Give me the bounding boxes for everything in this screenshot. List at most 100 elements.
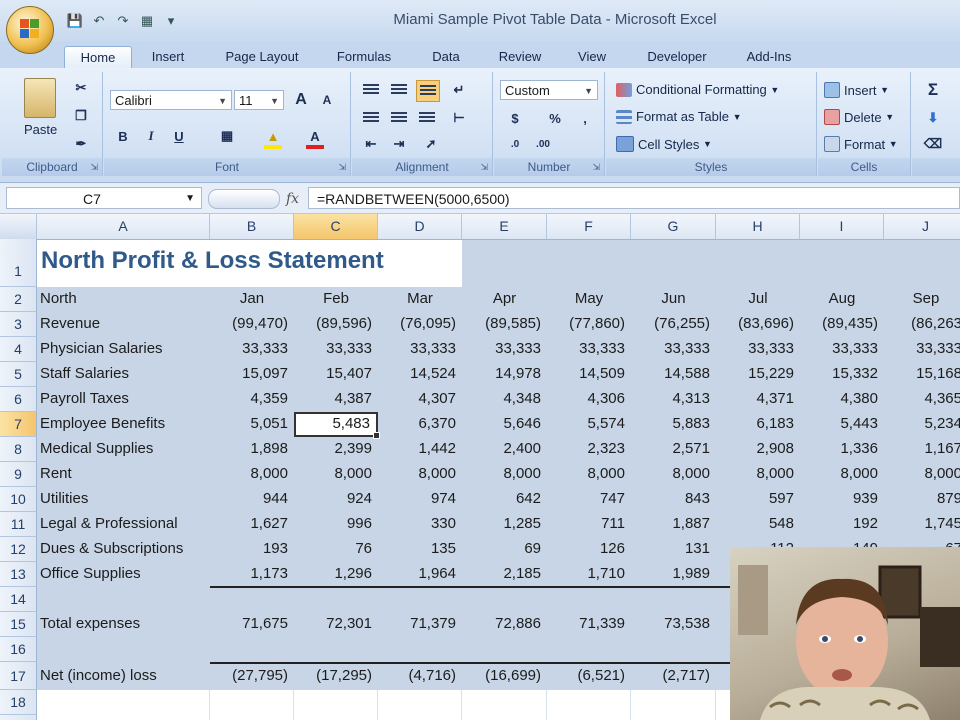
- row-header-14[interactable]: 14: [0, 587, 37, 612]
- value-cell[interactable]: 1,898: [210, 437, 294, 461]
- value-cell[interactable]: 330: [378, 512, 462, 536]
- row-header-17[interactable]: 17: [0, 662, 37, 690]
- format-painter-icon[interactable]: ✒: [70, 134, 92, 154]
- value-cell[interactable]: 642: [462, 487, 547, 511]
- value-cell[interactable]: 4,359: [210, 387, 294, 411]
- value-cell[interactable]: 5,051: [210, 412, 294, 436]
- value-cell[interactable]: 6,183: [716, 412, 800, 436]
- align-center-icon[interactable]: [388, 108, 410, 128]
- value-cell[interactable]: (99,470): [210, 312, 294, 336]
- format-cells-button[interactable]: Format ▼: [824, 136, 898, 152]
- value-cell[interactable]: 4,306: [547, 387, 631, 411]
- formula-input[interactable]: =RANDBETWEEN(5000,6500): [308, 187, 960, 209]
- value-cell[interactable]: 5,234: [884, 412, 960, 436]
- percent-button[interactable]: %: [544, 108, 566, 128]
- font-size-select[interactable]: 11 ▼: [234, 90, 284, 110]
- value-cell[interactable]: 33,333: [378, 337, 462, 361]
- dialog-launcher-icon[interactable]: ⇲: [338, 162, 346, 173]
- value-cell[interactable]: 8,000: [462, 462, 547, 486]
- value-cell[interactable]: 71,675: [210, 612, 294, 636]
- value-cell[interactable]: 33,333: [547, 337, 631, 361]
- value-cell[interactable]: 974: [378, 487, 462, 511]
- row-header-19[interactable]: 19: [0, 715, 37, 720]
- value-cell[interactable]: (89,596): [294, 312, 378, 336]
- insert-cells-button[interactable]: Insert ▼: [824, 82, 889, 98]
- value-cell[interactable]: 8,000: [547, 462, 631, 486]
- value-cell[interactable]: 69: [462, 537, 547, 561]
- bold-button[interactable]: B: [112, 126, 134, 146]
- wrap-text-icon[interactable]: ↵: [448, 80, 470, 100]
- value-cell[interactable]: 1,887: [631, 512, 716, 536]
- value-cell[interactable]: 71,339: [547, 612, 631, 636]
- value-cell[interactable]: 944: [210, 487, 294, 511]
- value-cell[interactable]: 33,333: [716, 337, 800, 361]
- value-cell[interactable]: 8,000: [800, 462, 884, 486]
- increase-decimal-icon[interactable]: .0: [504, 134, 526, 154]
- value-cell[interactable]: 15,332: [800, 362, 884, 386]
- comma-button[interactable]: ,: [574, 108, 596, 128]
- value-cell[interactable]: 33,333: [294, 337, 378, 361]
- value-cell[interactable]: (89,435): [800, 312, 884, 336]
- active-cell[interactable]: 5,483: [294, 412, 380, 439]
- merge-center-icon[interactable]: ⊢: [448, 108, 470, 128]
- fill-color-icon[interactable]: ▲: [262, 126, 284, 146]
- value-cell[interactable]: 135: [378, 537, 462, 561]
- column-header-g[interactable]: G: [631, 214, 716, 239]
- align-bottom-icon[interactable]: [416, 80, 440, 102]
- value-cell[interactable]: 14,588: [631, 362, 716, 386]
- value-cell[interactable]: (89,585): [462, 312, 547, 336]
- tab-insert[interactable]: Insert: [140, 46, 196, 68]
- value-cell[interactable]: (17,295): [294, 664, 378, 688]
- value-cell[interactable]: 4,387: [294, 387, 378, 411]
- align-top-icon[interactable]: [360, 80, 382, 100]
- dialog-launcher-icon[interactable]: ⇲: [90, 162, 98, 173]
- value-cell[interactable]: 4,365: [884, 387, 960, 411]
- tab-home[interactable]: Home: [64, 46, 132, 69]
- value-cell[interactable]: 1,296: [294, 562, 378, 586]
- value-cell[interactable]: 71,379: [378, 612, 462, 636]
- row-header-11[interactable]: 11: [0, 512, 37, 537]
- row-header-6[interactable]: 6: [0, 387, 37, 412]
- value-cell[interactable]: 939: [800, 487, 884, 511]
- value-cell[interactable]: 15,168: [884, 362, 960, 386]
- row-header-3[interactable]: 3: [0, 312, 37, 337]
- column-header-h[interactable]: H: [716, 214, 800, 239]
- formula-splitter[interactable]: [208, 189, 280, 209]
- value-cell[interactable]: 1,989: [631, 562, 716, 586]
- value-cell[interactable]: 711: [547, 512, 631, 536]
- value-cell[interactable]: (76,255): [631, 312, 716, 336]
- value-cell[interactable]: 33,333: [631, 337, 716, 361]
- value-cell[interactable]: 1,285: [462, 512, 547, 536]
- column-header-j[interactable]: J: [884, 214, 960, 239]
- value-cell[interactable]: 33,333: [210, 337, 294, 361]
- value-cell[interactable]: 8,000: [378, 462, 462, 486]
- column-header-d[interactable]: D: [378, 214, 462, 239]
- tab-add-ins[interactable]: Add-Ins: [734, 46, 804, 68]
- row-header-2[interactable]: 2: [0, 287, 37, 312]
- autosum-icon[interactable]: Σ: [922, 80, 944, 100]
- value-cell[interactable]: 15,229: [716, 362, 800, 386]
- value-cell[interactable]: 126: [547, 537, 631, 561]
- name-box[interactable]: C7 ▼: [6, 187, 202, 209]
- decrease-indent-icon[interactable]: ⇤: [360, 134, 382, 154]
- value-cell[interactable]: (83,696): [716, 312, 800, 336]
- value-cell[interactable]: 1,964: [378, 562, 462, 586]
- value-cell[interactable]: 72,301: [294, 612, 378, 636]
- column-header-a[interactable]: A: [37, 214, 210, 239]
- clear-icon[interactable]: ⌫: [922, 134, 944, 154]
- value-cell[interactable]: 76: [294, 537, 378, 561]
- value-cell[interactable]: 8,000: [884, 462, 960, 486]
- font-name-select[interactable]: Calibri ▼: [110, 90, 232, 110]
- value-cell[interactable]: 1,173: [210, 562, 294, 586]
- value-cell[interactable]: (86,263: [884, 312, 960, 336]
- align-right-icon[interactable]: [416, 108, 438, 128]
- cut-icon[interactable]: ✂: [70, 78, 92, 98]
- value-cell[interactable]: (27,795): [210, 664, 294, 688]
- value-cell[interactable]: 5,883: [631, 412, 716, 436]
- value-cell[interactable]: 8,000: [294, 462, 378, 486]
- currency-button[interactable]: $: [504, 108, 526, 128]
- value-cell[interactable]: 4,348: [462, 387, 547, 411]
- sheet-title-cell[interactable]: North Profit & Loss Statement: [37, 239, 462, 287]
- value-cell[interactable]: 33,333: [462, 337, 547, 361]
- value-cell[interactable]: 5,574: [547, 412, 631, 436]
